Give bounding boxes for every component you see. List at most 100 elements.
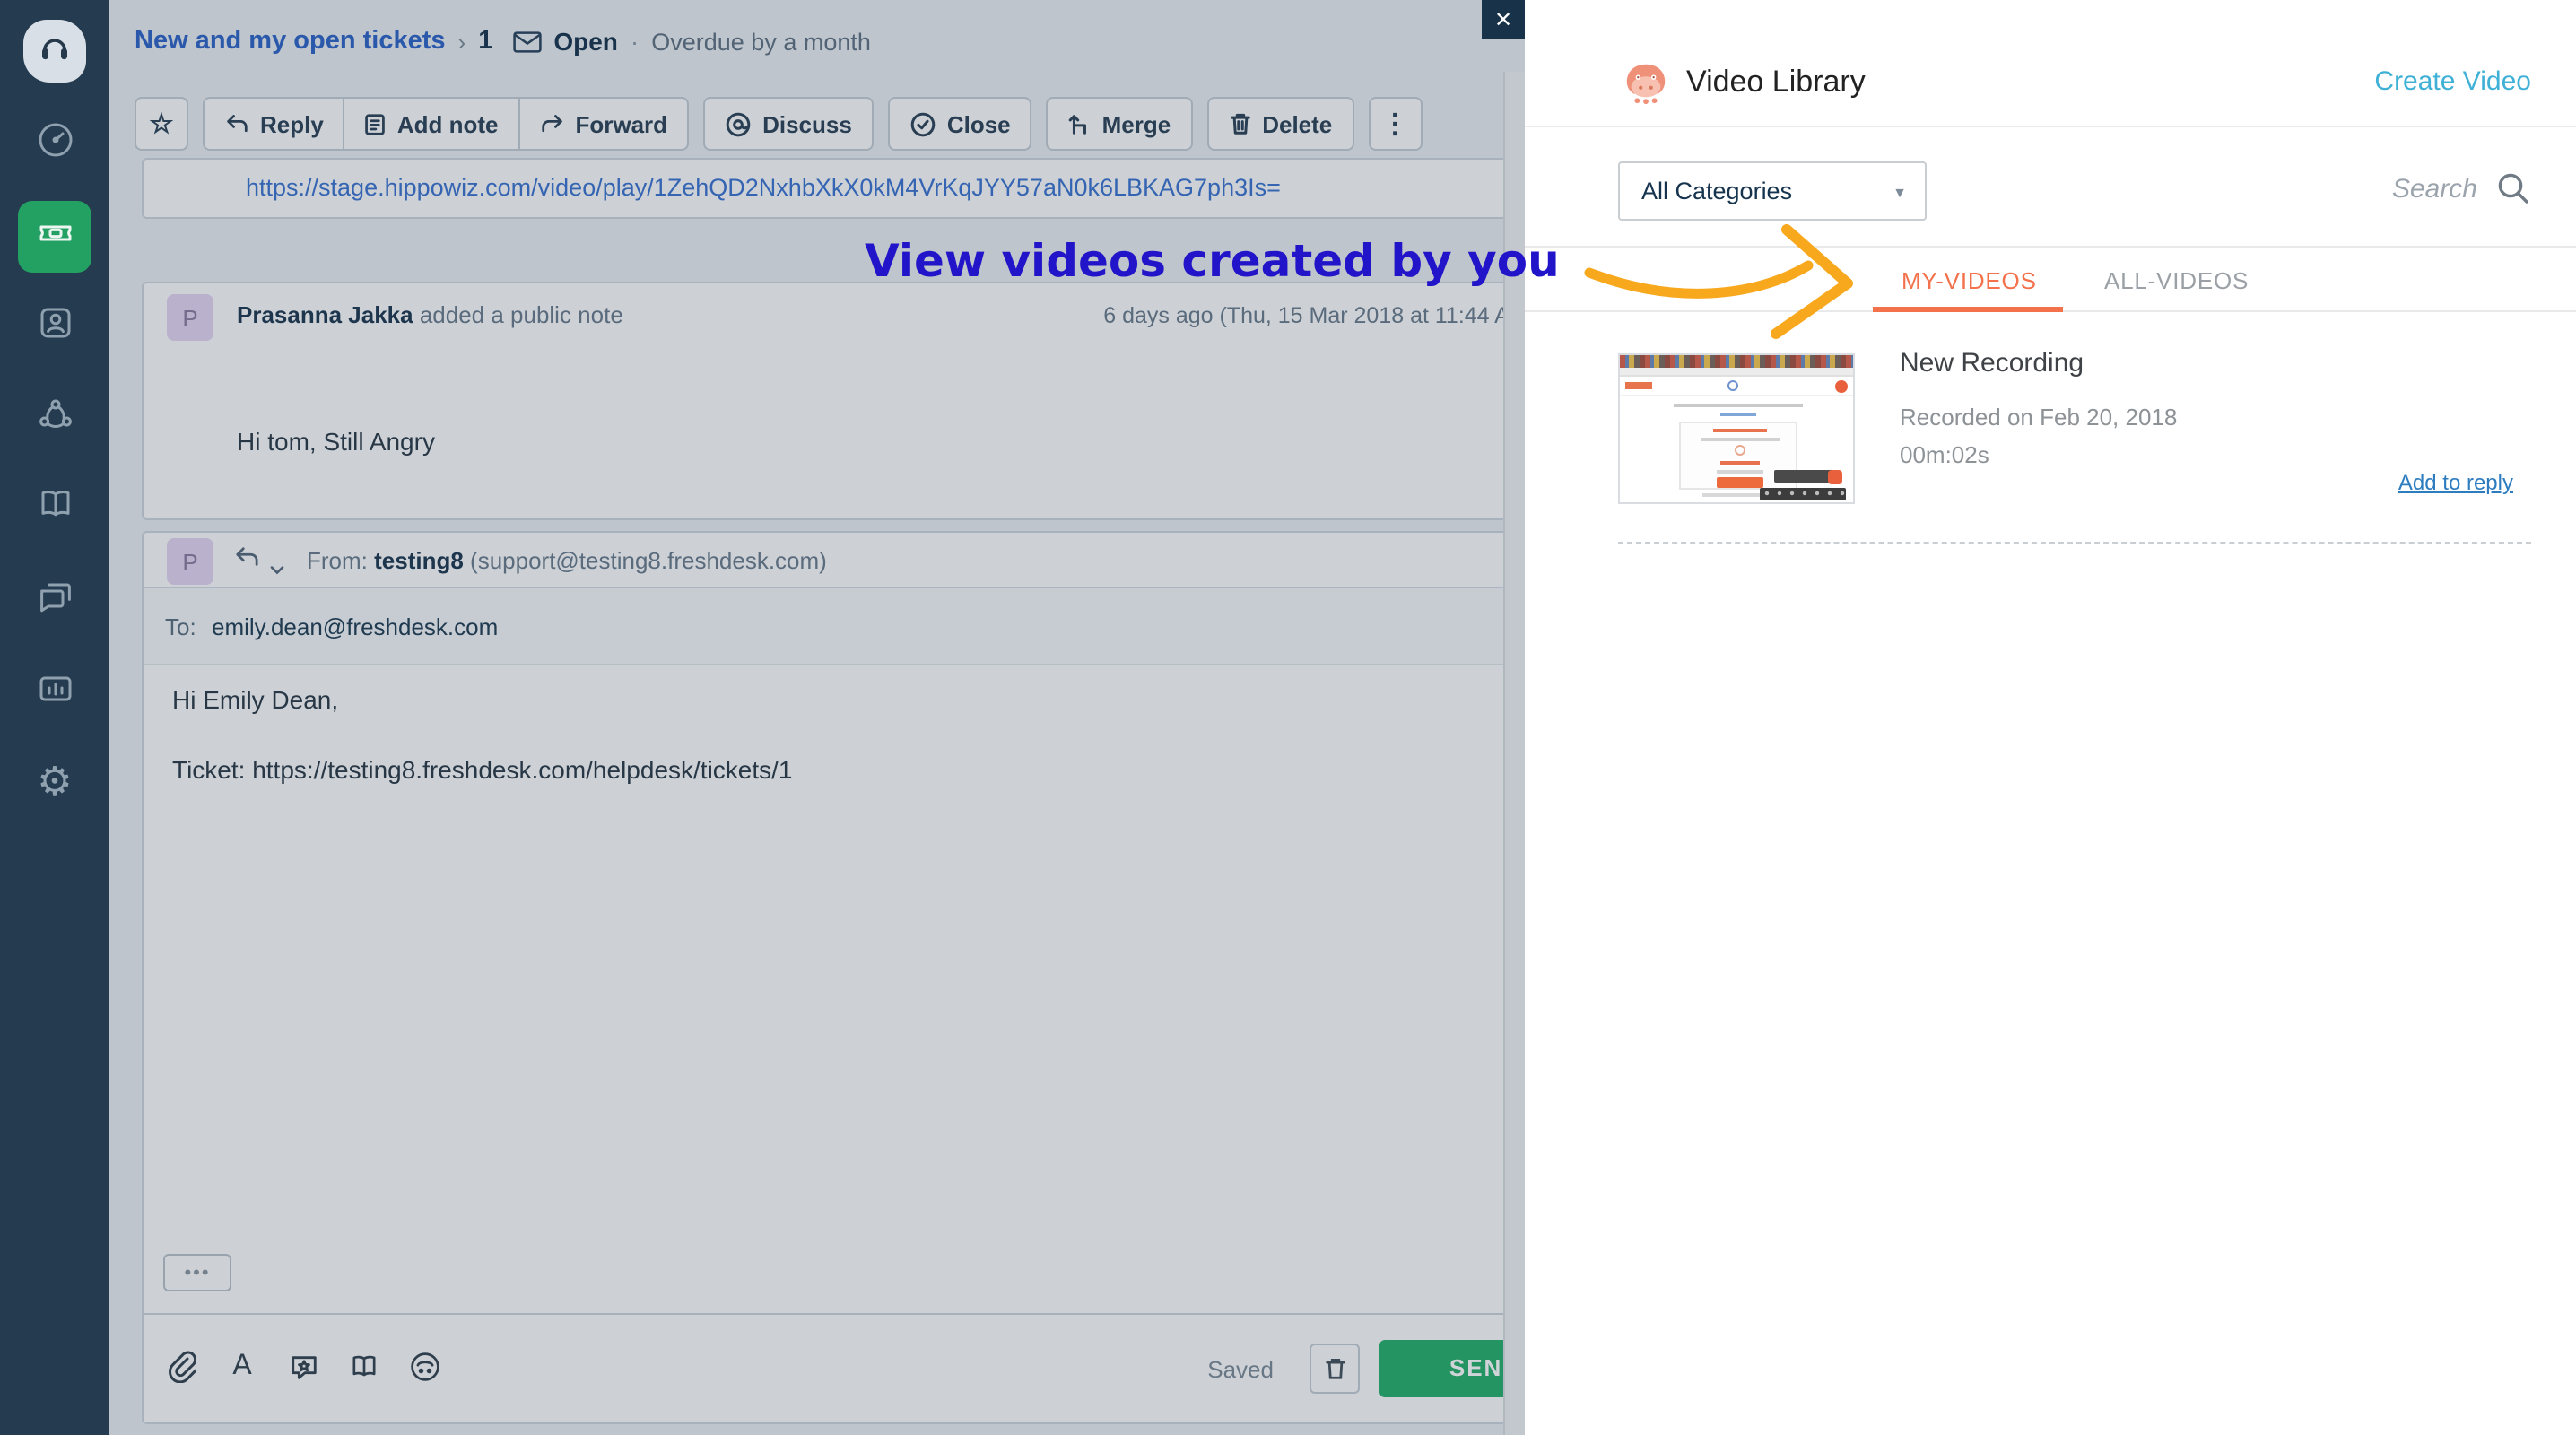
trash-icon [1325,1358,1345,1379]
to-recipient[interactable]: emily.dean@freshdesk.com [212,613,498,640]
gear-icon: ⚙ [37,759,73,804]
open-book-icon [352,1355,376,1377]
video-thumbnail[interactable] [1618,353,1855,504]
chevron-right-icon: › [457,28,466,55]
panel-title: Video Library [1686,65,1866,99]
show-quoted-text-button[interactable]: ••• [163,1254,231,1292]
canned-response-button[interactable] [285,1349,321,1385]
sidebar-item-dashboard[interactable] [18,108,91,179]
search-input[interactable]: Search [2392,174,2477,204]
tab-my-videos[interactable]: MY-VIDEOS [1902,267,2037,294]
to-row: To: emily.dean@freshdesk.com Cc [144,588,1525,665]
forward-icon [541,115,562,133]
sidebar-item-admin[interactable]: ⚙ [18,746,91,818]
ticket-id: 1 [478,27,493,56]
chat-bubbles-icon [33,575,76,627]
video-duration: 00m:02s [1900,441,1989,468]
contacts-icon [33,300,76,352]
video-recorded-date: Recorded on Feb 20, 2018 [1900,404,2178,430]
sidebar: ⚙ [0,0,109,1435]
note-body: Hi tom, Still Angry [237,427,435,456]
hippowiz-video-button[interactable] [407,1349,443,1385]
note-card: P Prasanna Jakka added a public note 6 d… [142,282,1525,520]
ellipsis-icon: ••• [184,1262,211,1283]
sidebar-item-tickets[interactable] [18,201,91,273]
close-panel-button[interactable]: ✕ [1482,0,1525,39]
envelope-icon [512,30,542,53]
ticket-status: Open [553,27,618,56]
tab-all-videos[interactable]: ALL-VIDEOS [2104,267,2249,294]
ticket-toolbar: ☆ Reply Add note Forward Discuss Close M… [135,97,1423,151]
due-status: Overdue by a month [651,28,871,55]
merge-button[interactable]: Merge [1046,97,1193,151]
check-circle-icon [910,111,936,136]
add-note-button[interactable]: Add note [343,97,520,151]
community-icon [33,392,76,444]
composer-toolbar: A Saved SEND [144,1313,1525,1424]
more-vertical-icon: ⋮ [1381,109,1409,140]
note-timestamp: 6 days ago (Thu, 15 Mar 2018 at 11:44 AM… [1103,303,1525,328]
format-text-button[interactable]: A [224,1349,260,1385]
breadcrumb-filter-link[interactable]: New and my open tickets [135,27,446,56]
divider [1525,126,2576,127]
add-to-reply-link[interactable]: Add to reply [2398,470,2513,495]
thumb-page-body [1620,396,1853,502]
sidebar-item-solutions[interactable] [18,472,91,544]
ticket-detail-area: New and my open tickets › 1 Open · Overd… [109,0,1525,1435]
reply-header: P From: testing8 (support@testing8.fresh… [144,533,1525,588]
close-icon: ✕ [1493,7,1513,32]
thumb-toolbar [1620,377,1853,396]
annotation-text: View videos created by you [865,235,1560,287]
merge-icon [1069,115,1087,135]
chevron-down-icon[interactable] [269,552,285,585]
search-icon[interactable] [2495,170,2531,215]
thumb-address-bar [1620,368,1853,377]
ticket-icon [33,211,76,263]
avatar: P [167,538,213,585]
message-card-partial: https://stage.hippowiz.com/video/play/1Z… [142,158,1525,219]
to-label: To: [165,613,196,640]
reply-ticket-line[interactable]: Ticket: https://testing8.freshdesk.com/h… [172,755,793,784]
note-icon [366,113,386,135]
more-options-button[interactable]: ⋮ [1368,97,1423,151]
sidebar-item-forums[interactable] [18,565,91,637]
dropdown-caret-icon: ▼ [1893,185,1907,201]
book-icon [33,482,76,534]
attach-button[interactable] [163,1349,199,1385]
video-play-link[interactable]: https://stage.hippowiz.com/video/play/1Z… [246,174,1281,201]
reply-type-icon[interactable] [233,545,260,578]
paperclip-icon [169,1351,196,1383]
sidebar-item-reports[interactable] [18,657,91,728]
reply-card: P From: testing8 (support@testing8.fresh… [142,531,1525,1424]
freshdesk-app: ⚙ New and my open tickets › 1 Open · Ove… [0,0,2576,1435]
create-video-link[interactable]: Create Video [2374,66,2531,97]
star-icon: ☆ [149,109,174,140]
hippowiz-logo-icon [1620,57,1672,115]
freshdesk-logo[interactable] [23,20,86,83]
hippo-icon [411,1352,439,1381]
from-line: From: testing8 (support@testing8.freshde… [307,547,827,574]
close-button[interactable]: Close [887,97,1032,151]
avatar: P [167,294,213,341]
note-author-line: Prasanna Jakka added a public note [237,301,623,328]
reply-icon [227,115,248,133]
canned-response-icon [291,1355,316,1378]
category-dropdown[interactable]: All Categories ▼ [1618,161,1927,221]
annotation-arrow-icon [1584,224,1853,339]
discuss-button[interactable]: Discuss [703,97,874,151]
delete-button[interactable]: Delete [1206,97,1354,151]
video-title: New Recording [1900,348,2084,378]
font-icon: A [232,1351,252,1381]
discard-draft-button[interactable] [1310,1344,1360,1394]
reply-button[interactable]: Reply [203,97,345,151]
separator-dot: · [630,27,640,56]
dashboard-icon [33,117,76,170]
star-button[interactable]: ☆ [135,97,188,151]
sidebar-item-community[interactable] [18,382,91,454]
autosave-status: Saved [1207,1356,1274,1383]
sidebar-item-contacts[interactable] [18,291,91,362]
forward-button[interactable]: Forward [518,97,690,151]
reports-icon [33,666,76,718]
insert-solution-button[interactable] [346,1349,382,1385]
reply-greeting[interactable]: Hi Emily Dean, [172,685,338,714]
